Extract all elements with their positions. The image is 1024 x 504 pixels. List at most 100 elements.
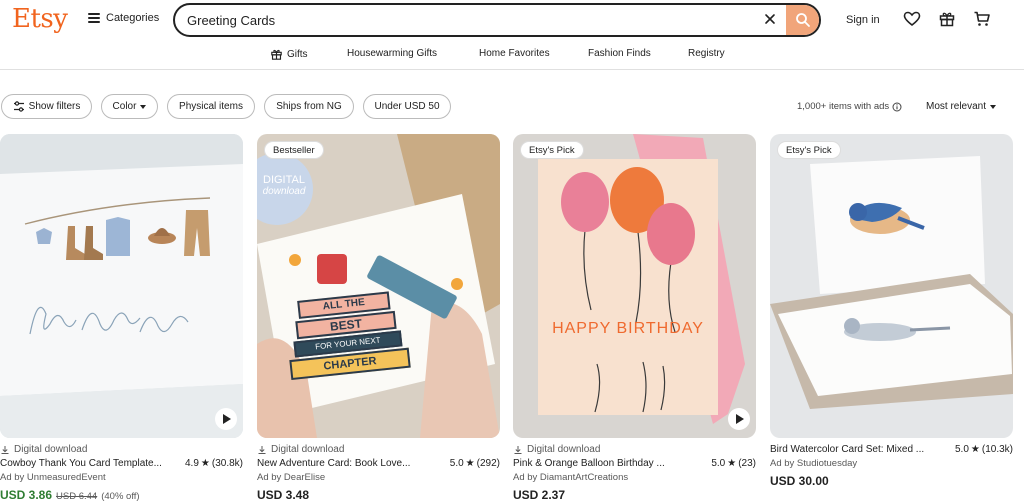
title-row: Cowboy Thank You Card Template... 4.9 ★ … (0, 458, 243, 469)
sub-navigation: Gifts Housewarming Gifts Home Favorites … (0, 40, 1024, 70)
chip-label: Show filters (28, 101, 81, 112)
seller-label: Ad by DearElise (257, 472, 326, 483)
subnav-label: Registry (688, 48, 725, 59)
rating-value: 5.0 (955, 444, 969, 455)
etsy-logo[interactable]: Etsy (12, 4, 68, 34)
product-title[interactable]: Pink & Orange Balloon Birthday ... (513, 458, 665, 469)
subnav-label: Fashion Finds (588, 48, 651, 59)
rating-value: 5.0 (449, 458, 464, 469)
price-row: USD 3.86 USD 6.44 (40% off) (0, 488, 140, 502)
price: USD 3.48 (257, 488, 310, 502)
chevron-down-icon (140, 104, 147, 109)
star-icon: ★ (200, 458, 210, 469)
sort-label: Most relevant (926, 101, 987, 112)
play-icon[interactable] (728, 408, 750, 430)
play-icon[interactable] (215, 408, 237, 430)
seller-label: Ad by UnmeasuredEvent (0, 472, 106, 483)
digital-download-watermark: DIGITAL download (259, 174, 309, 198)
categories-label: Categories (106, 12, 160, 24)
physical-items-chip[interactable]: Physical items (167, 94, 255, 119)
gift-icon (271, 49, 282, 60)
under-usd-50-chip[interactable]: Under USD 50 (363, 94, 451, 119)
chip-label: Under USD 50 (374, 101, 440, 112)
etsys-pick-badge: Etsy's Pick (520, 141, 584, 159)
bestseller-badge: Bestseller (264, 141, 324, 159)
categories-button[interactable]: Categories (88, 12, 159, 24)
seller-label: Ad by Studiotuesday (770, 458, 858, 469)
review-count: (30.8k) (211, 458, 243, 469)
product-card[interactable]: DIGITAL download ALL THE BEST FOR YOUR N… (257, 134, 500, 504)
results-count-text: 1,000+ items with ads (797, 101, 890, 112)
product-title[interactable]: Bird Watercolor Card Set: Mixed ... (770, 444, 924, 455)
seller-label: Ad by DiamantArtCreations (513, 472, 629, 483)
heart-icon[interactable] (903, 10, 921, 28)
search-input[interactable] (187, 5, 747, 35)
subnav-housewarming-gifts[interactable]: Housewarming Gifts (347, 48, 437, 59)
star-icon: ★ (970, 444, 980, 455)
rating-value: 5.0 (711, 458, 726, 469)
header: Etsy Categories Sign in (0, 0, 1024, 40)
subnav-fashion-finds[interactable]: Fashion Finds (588, 48, 651, 59)
info-icon[interactable] (892, 102, 902, 112)
cart-icon[interactable] (973, 10, 991, 28)
download-icon (1, 445, 9, 454)
product-title[interactable]: Cowboy Thank You Card Template... (0, 458, 162, 469)
title-row: New Adventure Card: Book Love... 5.0 ★ (… (257, 458, 500, 469)
discount-label: (40% off) (101, 491, 140, 502)
etsys-pick-badge: Etsy's Pick (777, 141, 841, 159)
watermark-line-1: DIGITAL (263, 174, 305, 186)
rating-value: 4.9 (185, 458, 199, 469)
rating: 5.0 ★ (23) (711, 458, 756, 469)
rating: 5.0 ★ (292) (450, 458, 500, 469)
sale-price: USD 3.86 (0, 488, 53, 502)
sign-in-link[interactable]: Sign in (846, 14, 880, 26)
review-count: (10.3k) (981, 444, 1013, 455)
show-filters-button[interactable]: Show filters (1, 94, 92, 119)
price-row: USD 3.48 (257, 488, 309, 502)
product-image[interactable] (0, 134, 243, 438)
search-bar (173, 3, 821, 37)
subnav-gifts[interactable]: Gifts (270, 48, 308, 61)
subnav-label: Home Favorites (479, 48, 550, 59)
price: USD 30.00 (770, 474, 829, 488)
price-row: USD 2.37 (513, 488, 565, 502)
digital-download-label: Digital download (513, 444, 600, 455)
subnav-registry[interactable]: Registry (688, 48, 725, 59)
book-stack: ALL THE BEST FOR YOUR NEXT CHAPTER (283, 288, 411, 382)
watermark-line-2: download (262, 186, 306, 197)
rating: 5.0 ★ (10.3k) (955, 444, 1013, 455)
chip-label: Ships from NG (276, 101, 342, 112)
review-count: (23) (738, 458, 756, 469)
sort-dropdown[interactable]: Most relevant (926, 101, 997, 112)
subnav-label: Housewarming Gifts (347, 48, 438, 59)
rating: 4.9 ★ (30.8k) (185, 458, 243, 469)
product-card[interactable]: HAPPY BIRTHDAY Etsy's Pick Digital downl… (513, 134, 756, 504)
product-card[interactable]: Etsy's Pick Bird Watercolor Card Set: Mi… (770, 134, 1013, 504)
gift-icon[interactable] (938, 10, 956, 28)
product-image[interactable]: DIGITAL download ALL THE BEST FOR YOUR N… (257, 134, 500, 438)
price-row: USD 30.00 (770, 474, 829, 488)
star-icon: ★ (465, 458, 475, 469)
digital-download-text: Digital download (14, 444, 88, 455)
search-icon (795, 13, 810, 27)
clear-icon[interactable] (763, 12, 777, 26)
subnav-home-favorites[interactable]: Home Favorites (479, 48, 550, 59)
product-card[interactable]: Digital download Cowboy Thank You Card T… (0, 134, 243, 504)
digital-download-label: Digital download (257, 444, 344, 455)
search-button[interactable] (786, 5, 819, 35)
digital-download-text: Digital download (527, 444, 601, 455)
chip-label: Physical items (179, 101, 243, 112)
card-greeting-text: HAPPY BIRTHDAY (552, 320, 704, 337)
star-icon: ★ (727, 458, 737, 469)
title-row: Pink & Orange Balloon Birthday ... 5.0 ★… (513, 458, 756, 469)
ships-from-ng-chip[interactable]: Ships from NG (264, 94, 354, 119)
menu-icon (88, 13, 100, 23)
product-image[interactable]: HAPPY BIRTHDAY Etsy's Pick (513, 134, 756, 438)
title-row: Bird Watercolor Card Set: Mixed ... 5.0 … (770, 444, 1013, 455)
color-filter-chip[interactable]: Color (101, 94, 158, 119)
product-title[interactable]: New Adventure Card: Book Love... (257, 458, 410, 469)
price: USD 2.37 (513, 488, 566, 502)
subnav-label: Gifts (287, 49, 308, 60)
product-image[interactable]: Etsy's Pick (770, 134, 1013, 438)
chip-label: Color (112, 101, 137, 112)
